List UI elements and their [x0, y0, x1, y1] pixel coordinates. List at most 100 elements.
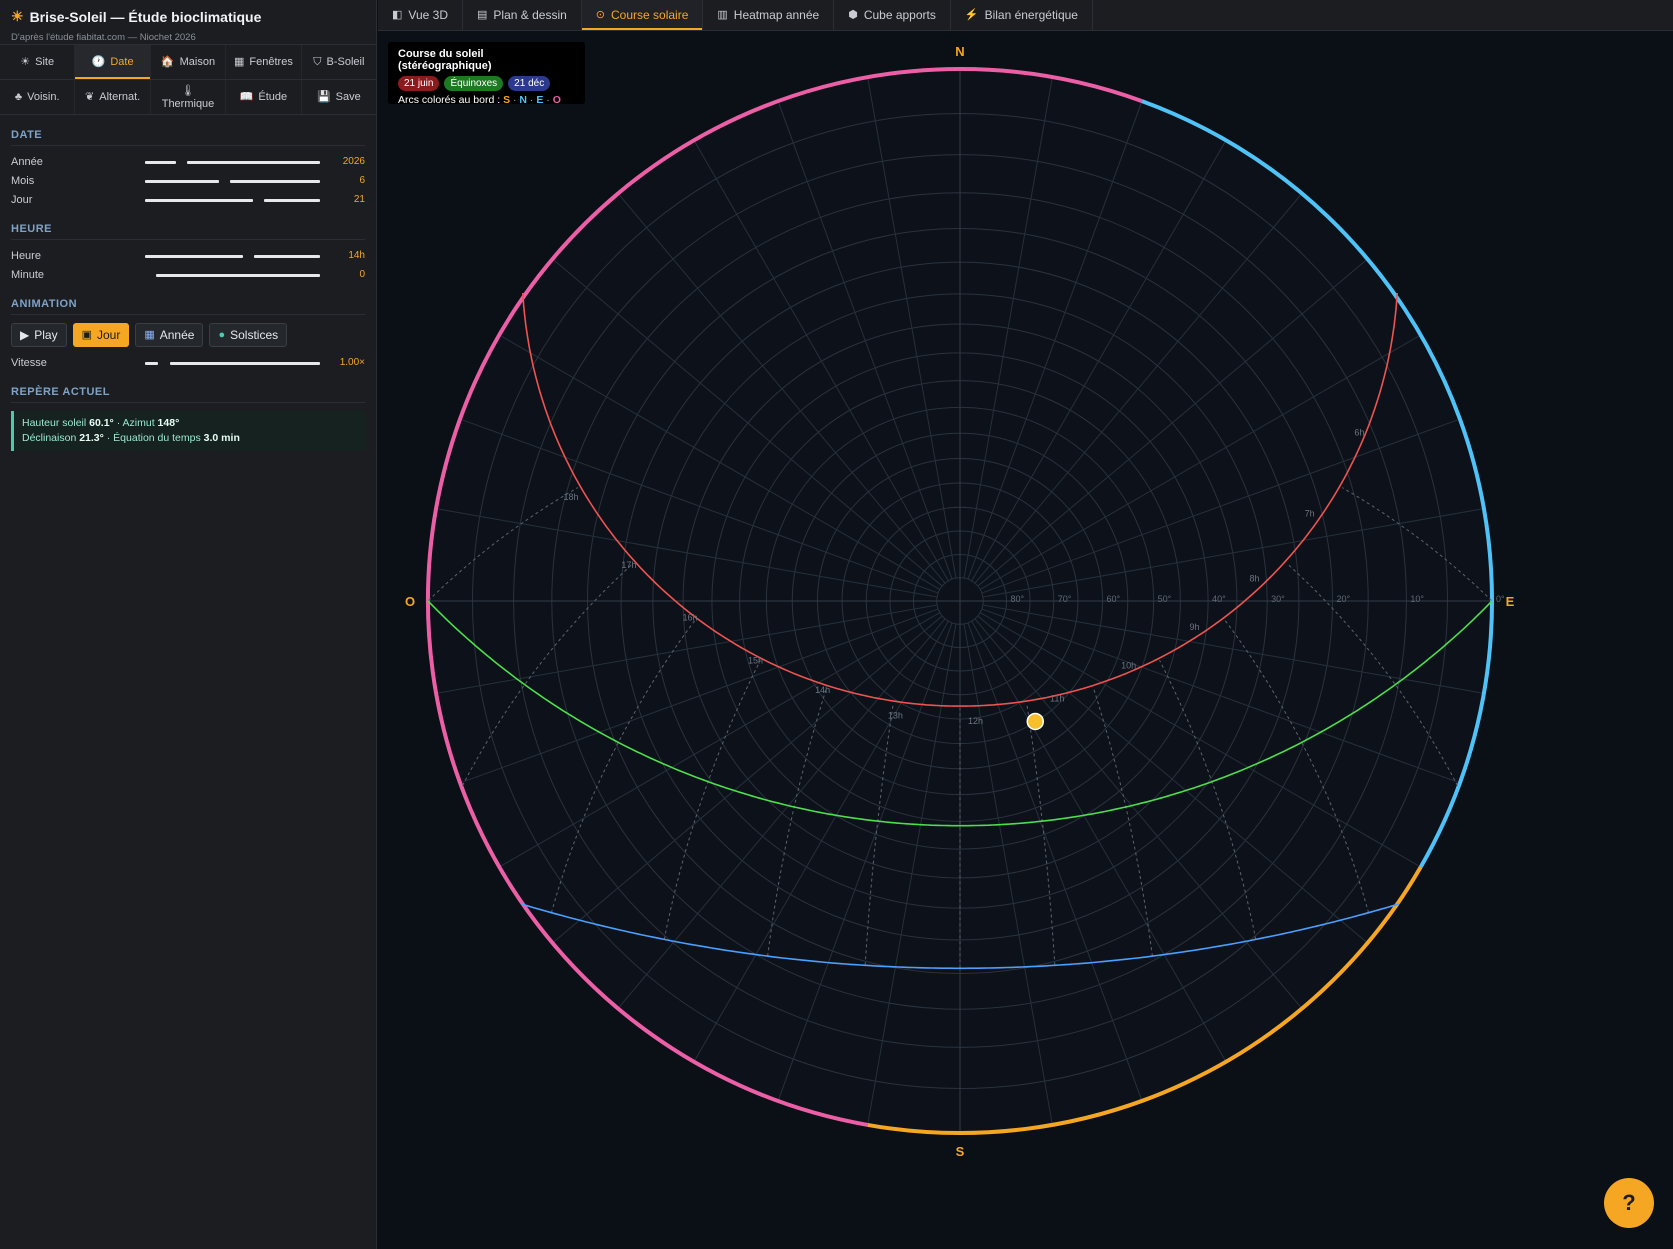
speed-label: Vitesse	[11, 356, 47, 369]
legend-letter: N	[519, 94, 528, 106]
altitude-tick-label: 80°	[1011, 594, 1025, 604]
hour-value: 14h	[348, 250, 365, 261]
tab-bilan-énergétique[interactable]: ⚡ Bilan énergétique	[951, 0, 1093, 30]
altitude-tick-label: 20°	[1337, 594, 1351, 604]
tab-label: Plan & dessin	[493, 8, 567, 22]
altitude-tick-label: 60°	[1107, 594, 1121, 604]
altitude-tick-label: 0°	[1496, 594, 1505, 604]
brand: ☀ Brise-Soleil — Étude bioclimatique D'a…	[0, 0, 376, 44]
sun-height-value: 60.1°	[89, 417, 114, 429]
sun-path-chart: 80° 70° 60° 50° 40° 30° 20° 10° 0° 6h 7h 8h 9h 10h 11h…	[405, 44, 1515, 1159]
day-label: Jour	[11, 193, 33, 206]
legend-pills: 21 juin Équinoxes 21 déc	[398, 76, 575, 91]
bar-chart-icon: ▥	[717, 8, 728, 21]
tab-heatmap-année[interactable]: ▥ Heatmap année	[703, 0, 835, 30]
window-icon: ▦	[234, 55, 245, 68]
sidebar-tab-label: Site	[35, 56, 55, 68]
current-section-title: REPÈRE ACTUEL	[11, 386, 365, 403]
thermometer-icon: 🌡	[181, 85, 195, 97]
month-slider[interactable]	[145, 176, 320, 186]
time-section-title: HEURE	[11, 223, 365, 240]
minute-slider[interactable]	[145, 270, 320, 280]
cardinal-label-e: E	[1506, 594, 1515, 609]
legend-cardinal-letters: S · N · E · O	[503, 94, 561, 106]
month-value: 6	[359, 175, 365, 186]
sidebar-tab-voisin[interactable]: ♣ Voisin.	[0, 80, 76, 114]
sidebar-tab-date[interactable]: 🕐 Date	[75, 45, 151, 79]
legend-pill: 21 juin	[398, 76, 440, 91]
month-label: Mois	[11, 174, 35, 187]
equation-of-time-value: 3.0 min	[203, 432, 240, 444]
leaf-icon: ❦	[85, 90, 95, 103]
play-icon: ▶	[20, 328, 30, 342]
sidebar-tab-label: B-Soleil	[326, 56, 365, 68]
declination-line: Déclinaison 21.3° · Équation du temps 3.…	[22, 432, 240, 444]
tab-label: Vue 3D	[408, 8, 448, 22]
hour-label: 6h	[1354, 428, 1364, 438]
box-icon: ⬢	[848, 8, 858, 21]
solstices-button[interactable]: ● Solstices	[209, 323, 288, 347]
sidebar-tab-fenêtres[interactable]: ▦ Fenêtres	[226, 45, 302, 79]
current-info-box: Hauteur soleil 60.1° · Azimut 148° Décli…	[11, 411, 365, 451]
legend-letter: O	[552, 94, 561, 106]
app-title: ☀ Brise-Soleil — Étude bioclimatique	[11, 8, 262, 25]
sidebar-tab-thermique[interactable]: 🌡 Thermique	[151, 80, 227, 114]
day-value: 21	[353, 194, 365, 205]
tab-vue-3d[interactable]: ◧ Vue 3D	[378, 0, 463, 30]
legend-pill: Équinoxes	[444, 76, 504, 91]
speed-value: 1.00×	[339, 357, 365, 368]
sidebar-tab-save[interactable]: 💾 Save	[302, 80, 376, 114]
sidebar-tab-label: Fenêtres	[249, 56, 293, 68]
azimuth-value: 148°	[157, 417, 180, 429]
tab-plan-dessin[interactable]: ▤ Plan & dessin	[463, 0, 582, 30]
altitude-tick-label: 70°	[1058, 594, 1072, 604]
tab-label: Course solaire	[611, 8, 689, 22]
app-subtitle: D'après l'étude fiabitat.com — Niochet 2…	[11, 32, 196, 43]
hour-row: Heure 14h	[11, 246, 365, 265]
sidebar-tab-label: Voisin.	[27, 91, 60, 103]
lightning-icon: ⚡	[964, 8, 979, 21]
hour-slider[interactable]	[145, 251, 320, 261]
sidebar-tab-label: Thermique	[161, 98, 215, 110]
hour-label: 7h	[1305, 508, 1315, 518]
sun-position-line: Hauteur soleil 60.1° · Azimut 148°	[22, 417, 180, 429]
cardinal-label-s: S	[956, 1144, 965, 1159]
sunrise-icon: ▣	[81, 328, 92, 341]
altitude-tick-label: 50°	[1158, 594, 1172, 604]
tab-label: Bilan énergétique	[984, 8, 1078, 22]
year-slider[interactable]	[145, 157, 320, 167]
shield-icon: ⛉	[313, 55, 322, 68]
altitude-tick-label: 40°	[1212, 594, 1226, 604]
animation-buttons: ▶ Play ▣ Jour ▦ Année ● Solstices	[11, 323, 365, 347]
sidebar-tab-site[interactable]: ☀ Site	[0, 45, 76, 79]
sidebar-tabs: ☀ Site 🕐 Date 🏠 Maison ▦ Fenêtres ⛉ B-Soleil ♣ Voi…	[0, 44, 376, 115]
speed-slider[interactable]	[145, 358, 320, 368]
sun-logo-icon: ☀	[11, 8, 24, 24]
sidebar-tab-label: Date	[110, 56, 134, 68]
day-slider[interactable]	[145, 195, 320, 205]
top-tab-bar: ◧ Vue 3D ▤ Plan & dessin ⊙ Course solaire ▥ Hea…	[378, 0, 1673, 31]
hour-label: 12h	[968, 716, 983, 726]
sidebar-tab-étude[interactable]: 📖 Étude	[226, 80, 302, 114]
sidebar-tab-bsoleil[interactable]: ⛉ B-Soleil	[302, 45, 376, 79]
sun-icon: ☀	[20, 55, 31, 68]
tab-course-solaire[interactable]: ⊙ Course solaire	[581, 0, 704, 30]
globe-icon: ●	[218, 328, 226, 341]
sidebar-tab-maison[interactable]: 🏠 Maison	[151, 45, 227, 79]
sidebar-tab-alternat[interactable]: ❦ Alternat.	[75, 80, 151, 114]
map-icon: ▤	[477, 8, 488, 21]
hour-label: 18h	[564, 492, 579, 502]
speed-row: Vitesse 1.00×	[11, 353, 365, 372]
help-button[interactable]: ?	[1604, 1178, 1654, 1228]
play-button[interactable]: ▶ Play	[11, 323, 67, 347]
year-animation-button[interactable]: ▦ Année	[135, 323, 204, 347]
hour-label: 17h	[621, 560, 636, 570]
tab-label: Cube apports	[863, 8, 936, 22]
day-animation-button[interactable]: ▣ Jour	[72, 323, 130, 347]
clock-icon: 🕐	[91, 55, 106, 68]
altitude-tick-label: 10°	[1410, 594, 1424, 604]
hour-label: 15h	[748, 655, 763, 665]
tab-cube-apports[interactable]: ⬢ Cube apports	[834, 0, 951, 30]
legend-title: Course du soleil (stéréographique)	[398, 48, 492, 72]
day-row: Jour 21	[11, 190, 365, 209]
